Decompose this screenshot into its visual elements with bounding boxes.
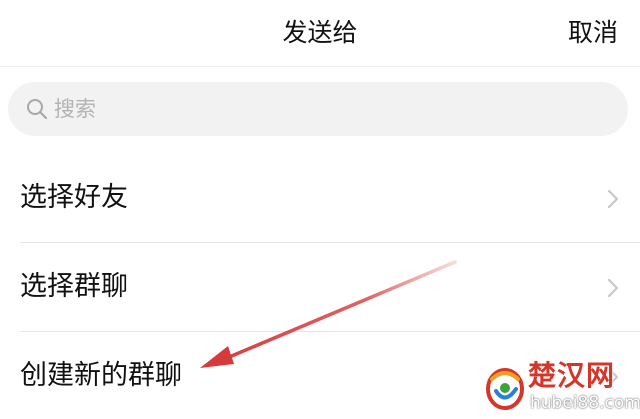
chevron-right-icon [607,278,619,298]
search-input[interactable]: 搜索 [8,82,628,136]
watermark-logo-icon [486,368,524,410]
list-item-label: 选择群聊 [20,271,128,302]
chevron-right-icon [607,189,619,209]
search-icon [27,99,48,120]
list-item-select-group[interactable]: 选择群聊 [0,243,640,331]
page-title: 发送给 [282,18,358,47]
list-item-label: 选择好友 [20,182,128,213]
header-bar: 发送给 取消 [0,0,640,67]
search-placeholder: 搜索 [54,97,96,121]
watermark-name: 楚汉网 [528,359,616,392]
list-item-label: 创建新的群聊 [20,360,182,391]
cancel-button[interactable]: 取消 [568,16,618,50]
watermark-url: hubei88.com [530,393,640,413]
watermark: 楚汉网 hubei88.com [484,359,640,417]
search-section: 搜索 [0,67,640,153]
list-item-select-friend[interactable]: 选择好友 [0,154,640,242]
